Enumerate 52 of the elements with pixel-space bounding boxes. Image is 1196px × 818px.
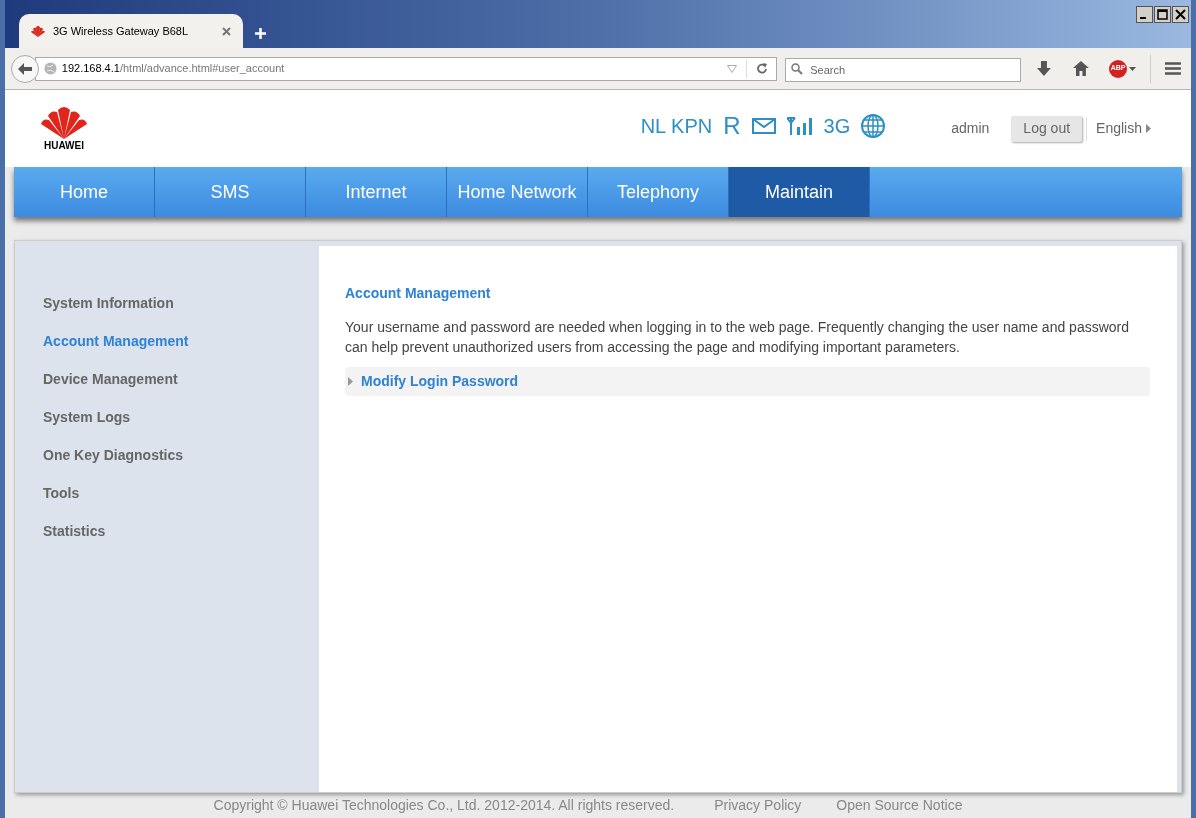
back-arrow-icon	[17, 62, 32, 75]
minimize-icon[interactable]	[1136, 6, 1153, 23]
new-tab-icon[interactable]	[255, 28, 266, 39]
brand-logo: HUAWEI	[41, 106, 87, 151]
sidebar-item[interactable]: Tools	[43, 483, 319, 504]
browser-tab[interactable]: 3G Wireless Gateway B68L	[19, 14, 243, 48]
globe-icon	[43, 62, 57, 75]
collapsible-section[interactable]: Modify Login Password	[345, 367, 1150, 396]
sidebar-item[interactable]: System Information	[43, 293, 319, 314]
caret-right-icon	[1146, 124, 1151, 133]
download-icon[interactable]	[1037, 61, 1052, 76]
maximize-icon[interactable]	[1154, 6, 1171, 23]
footer-link[interactable]: Open Source Notice	[836, 795, 963, 816]
flower-logo-icon	[31, 25, 45, 37]
description: Your username and password are needed when logging in to the web page. Frequently changing the user name and password can help prevent unauthorized users from accessing the page and modifying important parameters.	[345, 318, 1130, 357]
back-button[interactable]	[11, 54, 39, 83]
caret-icon	[1129, 66, 1137, 71]
tab-title: 3G Wireless Gateway B68L	[53, 23, 190, 39]
signal-icon	[786, 116, 813, 135]
footer-link[interactable]: Privacy Policy	[714, 795, 802, 816]
reload-icon[interactable]	[756, 62, 769, 75]
menu-icon[interactable]	[1165, 62, 1181, 75]
home-icon[interactable]	[1073, 61, 1090, 76]
sidebar-item[interactable]: One Key Diagnostics	[43, 445, 319, 466]
nav-tab[interactable]: Internet	[306, 167, 447, 217]
logout-button[interactable]: Log out	[1011, 115, 1083, 142]
search-field[interactable]: Search	[785, 57, 1022, 82]
language-selector[interactable]: English	[1096, 118, 1151, 139]
search-icon	[791, 62, 804, 75]
nav-tab[interactable]: SMS	[155, 167, 306, 217]
close-icon[interactable]	[1172, 6, 1189, 23]
globe-icon[interactable]	[861, 113, 886, 138]
copyright-text: Copyright © Huawei Technologies Co., Ltd. 2012-2014. All rights reserved.	[213, 796, 675, 815]
url-host: 192.168.4.1	[61, 62, 120, 75]
address-bar[interactable]: 192.168.4.1/html/advance.html#user_account	[34, 56, 778, 81]
nav-tab[interactable]: Home	[14, 167, 155, 217]
url-path: /html/advance.html#user_account	[119, 62, 285, 75]
nav-tab[interactable]: Maintain	[729, 167, 870, 217]
user-name: admin	[951, 119, 990, 138]
sidebar-item[interactable]: Device Management	[43, 369, 319, 390]
sidebar-item[interactable]: System Logs	[43, 407, 319, 428]
caret-icon	[348, 377, 353, 386]
close-tab-icon[interactable]	[222, 26, 231, 36]
section-title: Account Management	[345, 284, 492, 303]
flower-logo-icon	[41, 106, 87, 139]
sidebar-item[interactable]: Account Management	[43, 331, 319, 352]
roaming-indicator: R	[723, 110, 741, 141]
operator-name: NL KPN	[640, 113, 713, 139]
nav-tab[interactable]: Home Network	[447, 167, 588, 217]
sidebar-item[interactable]: Statistics	[43, 521, 319, 542]
envelope-icon[interactable]	[751, 117, 776, 134]
network-type: 3G	[823, 113, 851, 139]
